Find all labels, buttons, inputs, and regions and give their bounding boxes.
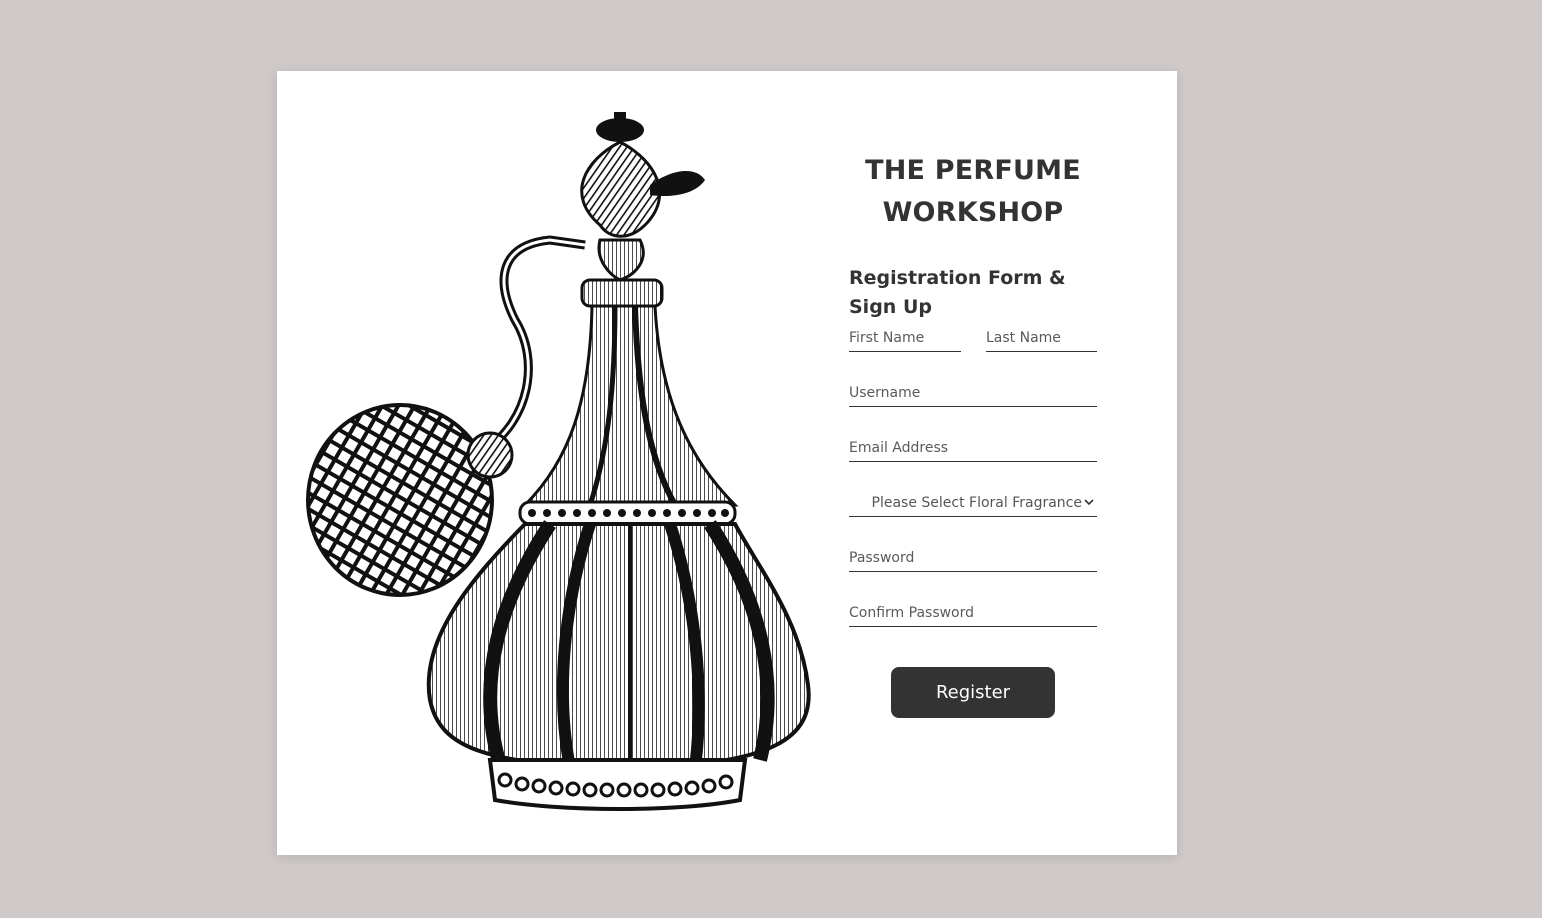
first-name-input[interactable] xyxy=(849,326,961,352)
email-input[interactable] xyxy=(849,436,1097,462)
register-button[interactable]: Register xyxy=(891,667,1055,718)
form-heading: Registration Form & Sign Up xyxy=(849,267,1066,318)
chevron-down-icon xyxy=(1084,499,1094,506)
brand-title: THE PERFUME WORKSHOP xyxy=(865,155,1081,228)
confirm-password-input[interactable] xyxy=(849,601,1097,627)
fragrance-select[interactable]: Please Select Floral Fragrance xyxy=(849,491,1097,517)
perfume-bottle-illustration xyxy=(306,112,811,811)
password-input[interactable] xyxy=(849,546,1097,572)
registration-form: THE PERFUME WORKSHOP Registration Form &… xyxy=(849,150,1097,718)
fragrance-selected-value: Please Select Floral Fragrance xyxy=(871,495,1082,511)
username-input[interactable] xyxy=(849,381,1097,407)
last-name-input[interactable] xyxy=(986,326,1097,352)
name-row xyxy=(849,326,1097,352)
